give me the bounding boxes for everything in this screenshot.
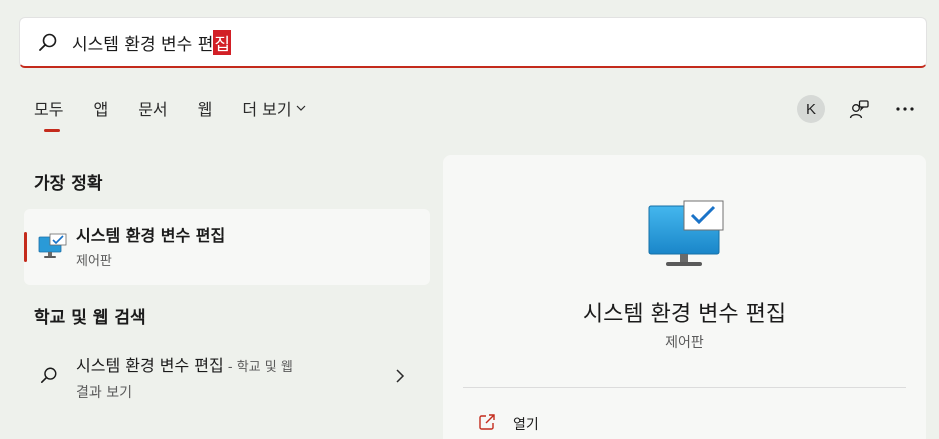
more-icon[interactable] (893, 97, 917, 121)
tab-all[interactable]: 모두 (34, 96, 63, 132)
avatar[interactable]: K (797, 95, 825, 123)
open-external-icon (478, 413, 496, 435)
tab-documents[interactable]: 문서 (138, 96, 167, 120)
filter-tabs: 모두 앱 문서 웹 더 보기 (34, 96, 336, 132)
chevron-right-icon[interactable] (395, 368, 405, 387)
divider (463, 387, 906, 388)
best-match-title: 시스템 환경 변수 편집 (76, 226, 226, 245)
chevron-down-icon (296, 104, 306, 112)
header-tools: K (797, 95, 917, 123)
tab-apps[interactable]: 앱 (93, 96, 108, 120)
web-search-heading: 학교 및 웹 검색 (34, 308, 146, 328)
search-icon (38, 32, 58, 52)
tab-more[interactable]: 더 보기 (242, 96, 306, 120)
web-search-subtitle: 결과 보기 (76, 385, 132, 401)
best-match-heading: 가장 정확 (34, 174, 103, 194)
open-button[interactable]: 열기 (478, 413, 539, 435)
best-match-subtitle: 제어판 (76, 254, 112, 269)
search-box[interactable]: 시스템 환경 변수 편집 (19, 17, 927, 68)
system-properties-monitor-icon (38, 233, 68, 265)
search-input[interactable]: 시스템 환경 변수 편집 (72, 29, 231, 55)
web-search-title: 시스템 환경 변수 편집 - 학교 및 웹 (76, 356, 293, 375)
best-match-result[interactable]: 시스템 환경 변수 편집 제어판 (24, 209, 430, 285)
search-query-selected-char: 집 (213, 29, 231, 55)
web-search-result[interactable]: 시스템 환경 변수 편집 - 학교 및 웹 결과 보기 (24, 340, 430, 404)
selection-indicator (24, 232, 27, 262)
search-query-text: 시스템 환경 변수 편 (72, 34, 214, 55)
detail-subtitle: 제어판 (665, 335, 704, 351)
feedback-icon[interactable] (847, 97, 871, 121)
web-search-scope: - 학교 및 웹 (223, 360, 293, 375)
search-icon (40, 366, 58, 388)
tab-web[interactable]: 웹 (198, 96, 213, 120)
detail-title: 시스템 환경 변수 편집 (582, 302, 787, 327)
system-properties-monitor-icon (648, 200, 724, 274)
open-label: 열기 (513, 417, 539, 433)
detail-panel: 시스템 환경 변수 편집 제어판 열기 (443, 155, 926, 439)
